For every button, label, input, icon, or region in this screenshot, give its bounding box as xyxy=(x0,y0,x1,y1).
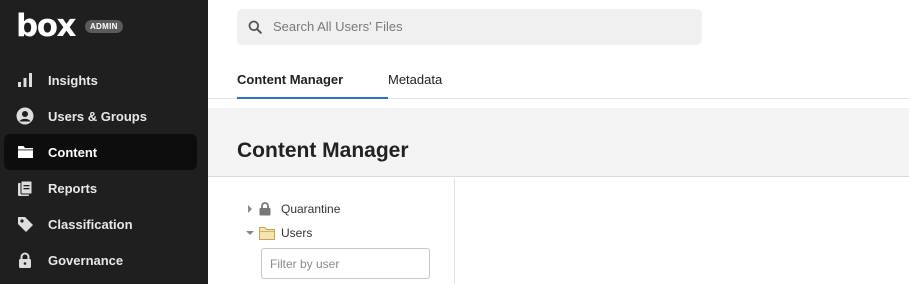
sidebar-item-label: Content xyxy=(48,144,98,160)
page-header: Content Manager xyxy=(208,108,909,177)
sidebar: box ADMIN Insights Users & Groups Conten… xyxy=(0,0,208,284)
sidebar-item-label: Classification xyxy=(48,216,133,232)
tab-bar: Content Manager Metadata xyxy=(208,60,909,99)
filter-by-user-input[interactable] xyxy=(261,248,430,279)
search-input[interactable]: Search All Users' Files xyxy=(273,19,403,34)
sidebar-item-label: Reports xyxy=(48,180,98,196)
sidebar-item-label: Governance xyxy=(48,252,124,268)
folder-icon xyxy=(259,226,275,240)
sidebar-item-content[interactable]: Content xyxy=(4,134,197,170)
tab-content-manager[interactable]: Content Manager xyxy=(237,72,343,87)
active-tab-indicator xyxy=(237,97,388,99)
admin-badge: ADMIN xyxy=(84,19,123,33)
folder-tree: Quarantine Users xyxy=(208,178,455,284)
bar-chart-icon xyxy=(16,71,34,89)
search-icon xyxy=(248,20,262,39)
tree-item-label: Users xyxy=(281,226,313,240)
sidebar-item-users-groups[interactable]: Users & Groups xyxy=(4,98,197,134)
tree-item-users[interactable]: Users xyxy=(245,224,312,242)
tree-item-label: Quarantine xyxy=(281,202,341,216)
sidebar-nav: Insights Users & Groups Content Reports … xyxy=(4,62,197,278)
sidebar-item-label: Insights xyxy=(48,72,98,88)
page-title: Content Manager xyxy=(237,139,409,162)
tab-metadata[interactable]: Metadata xyxy=(388,72,442,87)
box-logo[interactable]: box ADMIN xyxy=(16,10,123,42)
lock-icon xyxy=(16,251,34,269)
sidebar-item-governance[interactable]: Governance xyxy=(4,242,197,278)
sidebar-item-classification[interactable]: Classification xyxy=(4,206,197,242)
reports-icon xyxy=(16,179,34,197)
tag-icon xyxy=(16,215,34,233)
logo-text: box xyxy=(16,7,76,44)
user-icon xyxy=(16,107,34,125)
sidebar-item-reports[interactable]: Reports xyxy=(4,170,197,206)
tree-item-quarantine[interactable]: Quarantine xyxy=(245,200,340,218)
lock-icon xyxy=(259,202,275,216)
sidebar-item-insights[interactable]: Insights xyxy=(4,62,197,98)
search-bar[interactable]: Search All Users' Files xyxy=(237,9,702,45)
caret-down-icon[interactable] xyxy=(245,228,255,238)
folder-icon xyxy=(16,143,34,161)
caret-right-icon[interactable] xyxy=(245,204,255,214)
sidebar-item-label: Users & Groups xyxy=(48,108,147,124)
